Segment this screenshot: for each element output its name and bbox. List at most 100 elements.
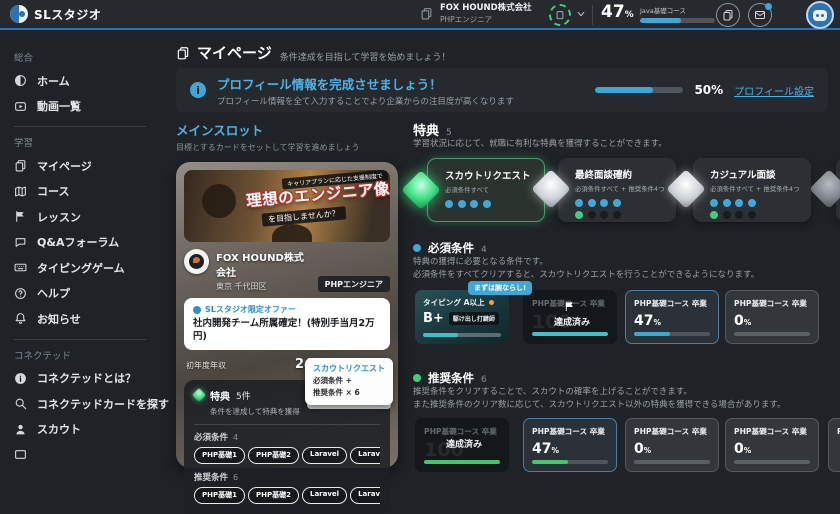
benefit-card-casual-interview[interactable]: カジュアル面談 必須条件すべて + 推奨条件4つ [693, 158, 811, 222]
cards-button[interactable] [716, 3, 740, 27]
video-icon [14, 100, 27, 113]
sidebar-item-home[interactable]: ホーム [14, 68, 160, 94]
benefit-card-scout-request[interactable]: スカウトリクエスト 必須条件すべて [427, 158, 545, 222]
recommended-card-clipped[interactable]: PHP基礎コース 卒業 [828, 418, 840, 472]
green-dot-icon [413, 374, 421, 382]
condition-dot-blue [483, 200, 491, 208]
profile-settings-link[interactable]: プロフィール設定 [734, 83, 814, 98]
sidebar-item-videos[interactable]: 動画一覧 [14, 94, 160, 120]
app-logo-text: SLスタジオ [34, 6, 101, 23]
person-icon [14, 423, 27, 436]
required-card-done[interactable]: PHP基礎コース 卒業 100 達成済み [523, 290, 617, 344]
sidebar-section-general: 総合 [14, 50, 160, 64]
sidebar-item-lessons[interactable]: レッスン [14, 204, 160, 230]
condition-dot-blue [723, 199, 731, 207]
chat-icon [14, 236, 27, 249]
condition-dot-green [575, 211, 583, 219]
scout-request-tooltip: スカウトリクエスト 必須条件 + 推奨条件 × 6 [305, 358, 393, 405]
condition-dots [445, 200, 536, 208]
sidebar-item-typing-game[interactable]: タイピングゲーム [14, 255, 160, 281]
flag-icon [564, 301, 575, 312]
typing-grade: B+ [423, 311, 444, 326]
header-progress-percent: 47% [601, 2, 634, 22]
sl-logo-icon [10, 5, 28, 23]
condition-dot-blue [735, 199, 743, 207]
offer-benefits-box: スカウトリクエスト 必須条件 + 推奨条件 × 6 特典 5件 条件を達成して特… [184, 380, 390, 514]
condition-dot-dark [748, 211, 756, 219]
sidebar-item-clipped[interactable] [14, 442, 160, 468]
diamond-icon [401, 170, 441, 210]
offer-text: 社内開発チーム所属確定！(特別手当月2万円) [193, 318, 381, 344]
benefits-section-header: 特典5 [413, 120, 452, 139]
required-section-header: 必須条件4 [413, 240, 487, 256]
recommended-section-header: 推奨条件6 [413, 370, 487, 386]
condition-tag: PHP基礎1 [194, 487, 245, 504]
info-icon [14, 372, 27, 385]
photo-caption-main: 理想のエンジニア像 [245, 177, 390, 211]
info-icon: i [190, 82, 206, 98]
benefit-card-final-interview[interactable]: 最終面談確約 必須条件すべて + 推奨条件4つ [558, 158, 676, 222]
benefit-subtitle: 条件を達成して特典を獲得 [210, 406, 380, 417]
offer-card[interactable]: キャリアプランに応じた支援制度で 理想のエンジニア像 を目指しませんか？ FOX… [176, 162, 398, 468]
page-subtitle: 条件達成を目指して学習を始めましょう！ [280, 50, 451, 63]
divider [194, 424, 380, 425]
done-status: 達成済み [554, 315, 590, 328]
recommended-card-locked[interactable]: PHP基礎コース 卒業 0% [725, 418, 819, 472]
blue-dot-icon [413, 244, 421, 252]
user-avatar[interactable] [806, 1, 834, 29]
messages-button[interactable] [748, 3, 772, 27]
sidebar-section-connected: コネクテッド [14, 348, 160, 362]
chevron-down-icon[interactable] [576, 9, 586, 19]
sidebar-item-qa-forum[interactable]: Q&Aフォーラム [14, 230, 160, 256]
offer-company-name: FOX HOUND株式会社 [216, 249, 311, 279]
diamond-icon [809, 169, 840, 209]
header-company-selector[interactable]: FOX HOUND株式会社 PHPエンジニア [420, 3, 532, 24]
flag-icon [14, 210, 27, 223]
sidebar-section-learning: 学習 [14, 135, 160, 149]
sidebar-item-what-is-connected[interactable]: コネクテッドとは？ [14, 366, 160, 392]
offer-company-location: 東京 千代田区 [216, 281, 311, 292]
sidebar-item-scout[interactable]: スカウト [14, 417, 160, 443]
required-conditions-label: 必須条件4 [194, 431, 380, 443]
card-percent: 0% [734, 313, 810, 329]
recommended-card-current[interactable]: PHP基礎コース 卒業 47% [523, 418, 617, 472]
recommended-card-locked[interactable]: PHP基礎コース 卒業 0% [625, 418, 719, 472]
card-percent: 0% [634, 441, 710, 457]
sidebar-item-help[interactable]: ヘルプ [14, 281, 160, 307]
sidebar-item-find-connected-card[interactable]: コネクテッドカードを探す [14, 391, 160, 417]
help-icon [14, 287, 27, 300]
card-percent: 47% [532, 441, 608, 457]
condition-dot-dark [613, 211, 621, 219]
benefit-title: 特典 [210, 388, 230, 403]
required-card-typing[interactable]: まずは腕ならし! タイピング A以上 B+ 駆け出し打鍵師 [415, 290, 509, 344]
main-slot-title: メインスロット [176, 120, 400, 139]
condition-tag: Laravel [302, 447, 347, 464]
profile-banner: i プロフィール情報を完成させましょう！ プロフィール情報を全て入力することでよ… [176, 68, 828, 112]
required-card-locked[interactable]: PHP基礎コース 卒業 0% [725, 290, 819, 344]
done-status: 達成済み [446, 437, 482, 450]
required-card-current[interactable]: PHP基礎コース 卒業 47% [625, 290, 719, 344]
card-icon [555, 10, 565, 20]
app-logo[interactable]: SLスタジオ [10, 5, 101, 23]
photo-caption-sub: を目指しませんか？ [262, 206, 347, 226]
condition-dot-blue [445, 200, 453, 208]
benefit-card-clipped[interactable] [836, 158, 840, 222]
copy-icon [722, 9, 734, 21]
header-divider [592, 5, 593, 25]
starter-badge: まずは腕ならし! [468, 281, 532, 295]
sidebar-item-courses[interactable]: コース [14, 179, 160, 205]
condition-dot-blue [748, 199, 756, 207]
bell-icon [14, 312, 27, 325]
main-content: マイページ 条件達成を目指して学習を始めましょう！ i プロフィール情報を完成さ… [160, 32, 840, 472]
sidebar-item-mypage[interactable]: マイページ [14, 153, 160, 179]
condition-dots [710, 199, 803, 207]
sidebar-item-news[interactable]: お知らせ [14, 306, 160, 332]
banner-title: プロフィール情報を完成させましょう！ [217, 74, 514, 93]
offer-role-badge: PHPエンジニア [318, 276, 390, 292]
condition-tag: PHP基礎1 [194, 447, 245, 464]
condition-tag: Laravel [350, 447, 380, 464]
banner-subtitle: プロフィール情報を全て入力することでより企業からの注目度が高くなります [217, 95, 514, 107]
card-progress-ring[interactable] [549, 4, 571, 26]
recommended-card-done[interactable]: PHP基礎コース 卒業 100 達成済み [415, 418, 509, 472]
typing-grade-badge: 駆け出し打鍵師 [449, 312, 499, 325]
